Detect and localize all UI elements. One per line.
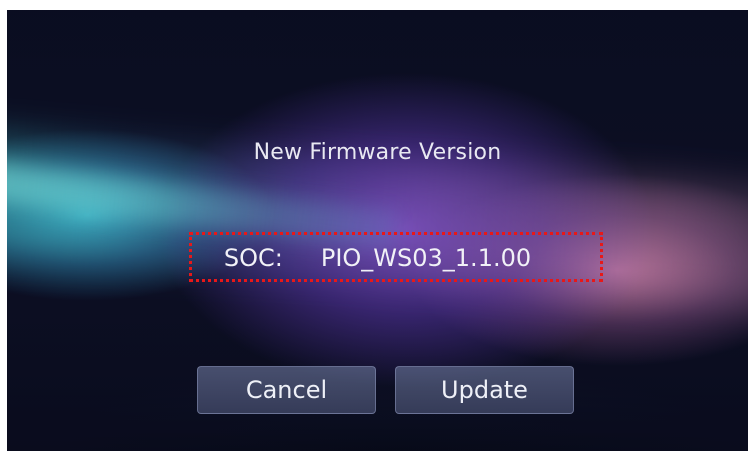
soc-version-value: PIO_WS03_1.1.00 [320, 244, 532, 272]
soc-label: SOC: [223, 244, 283, 272]
firmware-update-screen: New Firmware Version SOC: PIO_WS03_1.1.00… [7, 10, 748, 451]
dialog-title: New Firmware Version [253, 140, 502, 165]
soc-version-row: SOC: PIO_WS03_1.1.00 [7, 244, 748, 272]
update-button[interactable]: Update [395, 366, 574, 414]
screenshot-frame: New Firmware Version SOC: PIO_WS03_1.1.00… [0, 0, 754, 457]
cancel-button[interactable]: Cancel [197, 366, 376, 414]
